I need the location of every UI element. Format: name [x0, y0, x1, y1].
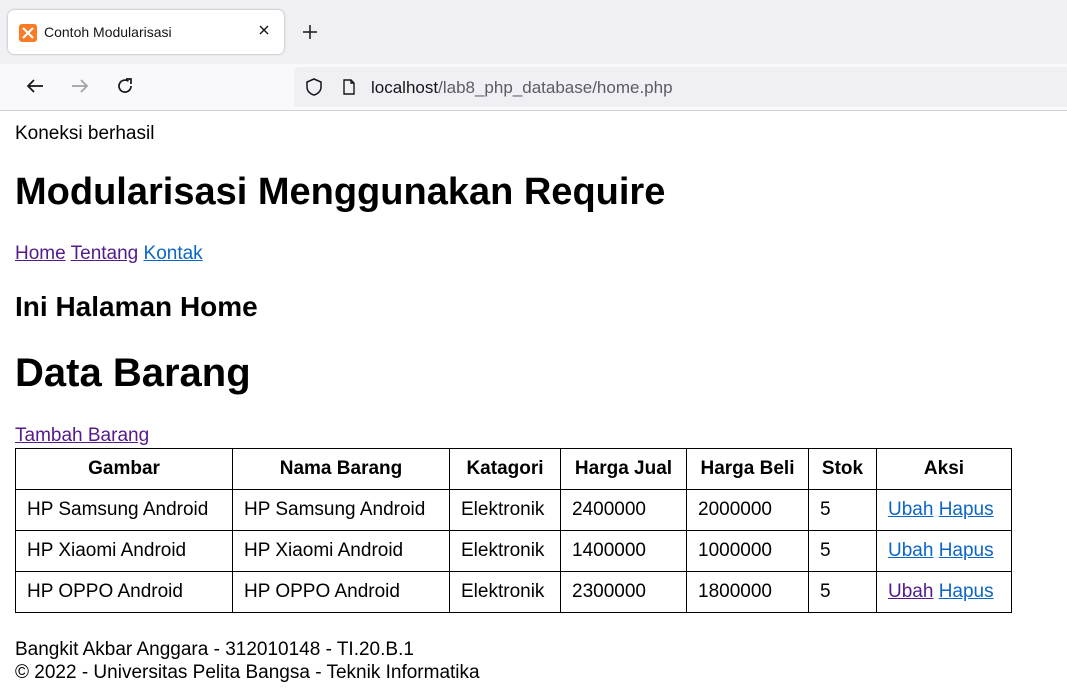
cell-gambar: HP Samsung Android: [15, 489, 233, 531]
page-title: Modularisasi Menggunakan Require: [15, 171, 666, 213]
cell-harga-jual: 2400000: [560, 489, 687, 531]
table-row: HP Xiaomi Android HP Xiaomi Android Elek…: [15, 530, 1012, 572]
cell-kategori: Elektronik: [449, 530, 561, 572]
tab-title: Contoh Modularisasi: [44, 24, 172, 40]
cell-stok: 5: [808, 571, 877, 613]
column-header: Nama Barang: [232, 448, 450, 490]
delete-link[interactable]: Hapus: [939, 499, 994, 520]
cell-harga-beli: 1000000: [686, 530, 809, 572]
cell-gambar: HP Xiaomi Android: [15, 530, 233, 572]
column-header: Gambar: [15, 448, 233, 490]
nav-menu: Home Tentang Kontak: [15, 243, 203, 265]
reload-icon[interactable]: [114, 75, 136, 97]
tab-bar: Contoh Modularisasi: [0, 0, 1067, 64]
cell-nama: HP Xiaomi Android: [232, 530, 450, 572]
plus-icon[interactable]: [300, 22, 320, 42]
edit-link[interactable]: Ubah: [888, 499, 933, 520]
cell-kategori: Elektronik: [449, 489, 561, 531]
cell-kategori: Elektronik: [449, 571, 561, 613]
edit-link[interactable]: Ubah: [888, 581, 933, 602]
menu-kontak-link[interactable]: Kontak: [144, 243, 203, 264]
cell-nama: HP OPPO Android: [232, 571, 450, 613]
data-heading: Data Barang: [15, 351, 251, 395]
menu-home-link[interactable]: Home: [15, 243, 66, 264]
column-header: Harga Jual: [560, 448, 687, 490]
column-header: Harga Beli: [686, 448, 809, 490]
section-title: Ini Halaman Home: [15, 291, 258, 322]
connection-status: Koneksi berhasil: [15, 123, 155, 144]
cell-gambar: HP OPPO Android: [15, 571, 233, 613]
footer-author: Bangkit Akbar Anggara - 312010148 - TI.2…: [15, 639, 414, 660]
url-path: /lab8_php_database/home.php: [438, 78, 673, 97]
menu-tentang-link[interactable]: Tentang: [71, 243, 139, 264]
data-table: Gambar Nama Barang Katagori Harga Jual H…: [15, 448, 1012, 613]
delete-link[interactable]: Hapus: [939, 540, 994, 561]
column-header: Katagori: [449, 448, 561, 490]
url-bar[interactable]: localhost/lab8_php_database/home.php: [294, 67, 1067, 107]
back-arrow-icon[interactable]: [24, 75, 46, 97]
xampp-icon: [19, 24, 37, 42]
cell-harga-beli: 1800000: [686, 571, 809, 613]
url-host: localhost: [371, 78, 439, 97]
column-header: Stok: [808, 448, 877, 490]
table-header-row: Gambar Nama Barang Katagori Harga Jual H…: [15, 448, 1012, 490]
cell-stok: 5: [808, 530, 877, 572]
delete-link[interactable]: Hapus: [939, 581, 994, 602]
cell-stok: 5: [808, 489, 877, 531]
close-icon[interactable]: [256, 22, 272, 38]
shield-icon[interactable]: [304, 77, 324, 102]
page-icon[interactable]: [340, 78, 358, 101]
forward-arrow-icon[interactable]: [69, 75, 91, 97]
cell-aksi: Ubah Hapus: [876, 571, 1012, 613]
column-header: Aksi: [876, 448, 1012, 490]
footer: Bangkit Akbar Anggara - 312010148 - TI.2…: [15, 638, 480, 684]
edit-link[interactable]: Ubah: [888, 540, 933, 561]
navigation-toolbar: localhost/lab8_php_database/home.php: [0, 64, 1067, 111]
cell-harga-beli: 2000000: [686, 489, 809, 531]
cell-harga-jual: 1400000: [560, 530, 687, 572]
cell-aksi: Ubah Hapus: [876, 489, 1012, 531]
add-item-link[interactable]: Tambah Barang: [15, 425, 149, 447]
url-text[interactable]: localhost/lab8_php_database/home.php: [371, 78, 673, 98]
cell-aksi: Ubah Hapus: [876, 530, 1012, 572]
table-row: HP OPPO Android HP OPPO Android Elektron…: [15, 571, 1012, 613]
cell-harga-jual: 2300000: [560, 571, 687, 613]
cell-nama: HP Samsung Android: [232, 489, 450, 531]
table-row: HP Samsung Android HP Samsung Android El…: [15, 489, 1012, 531]
tab-active[interactable]: Contoh Modularisasi: [8, 10, 284, 54]
footer-copyright: © 2022 - Universitas Pelita Bangsa - Tek…: [15, 662, 480, 683]
